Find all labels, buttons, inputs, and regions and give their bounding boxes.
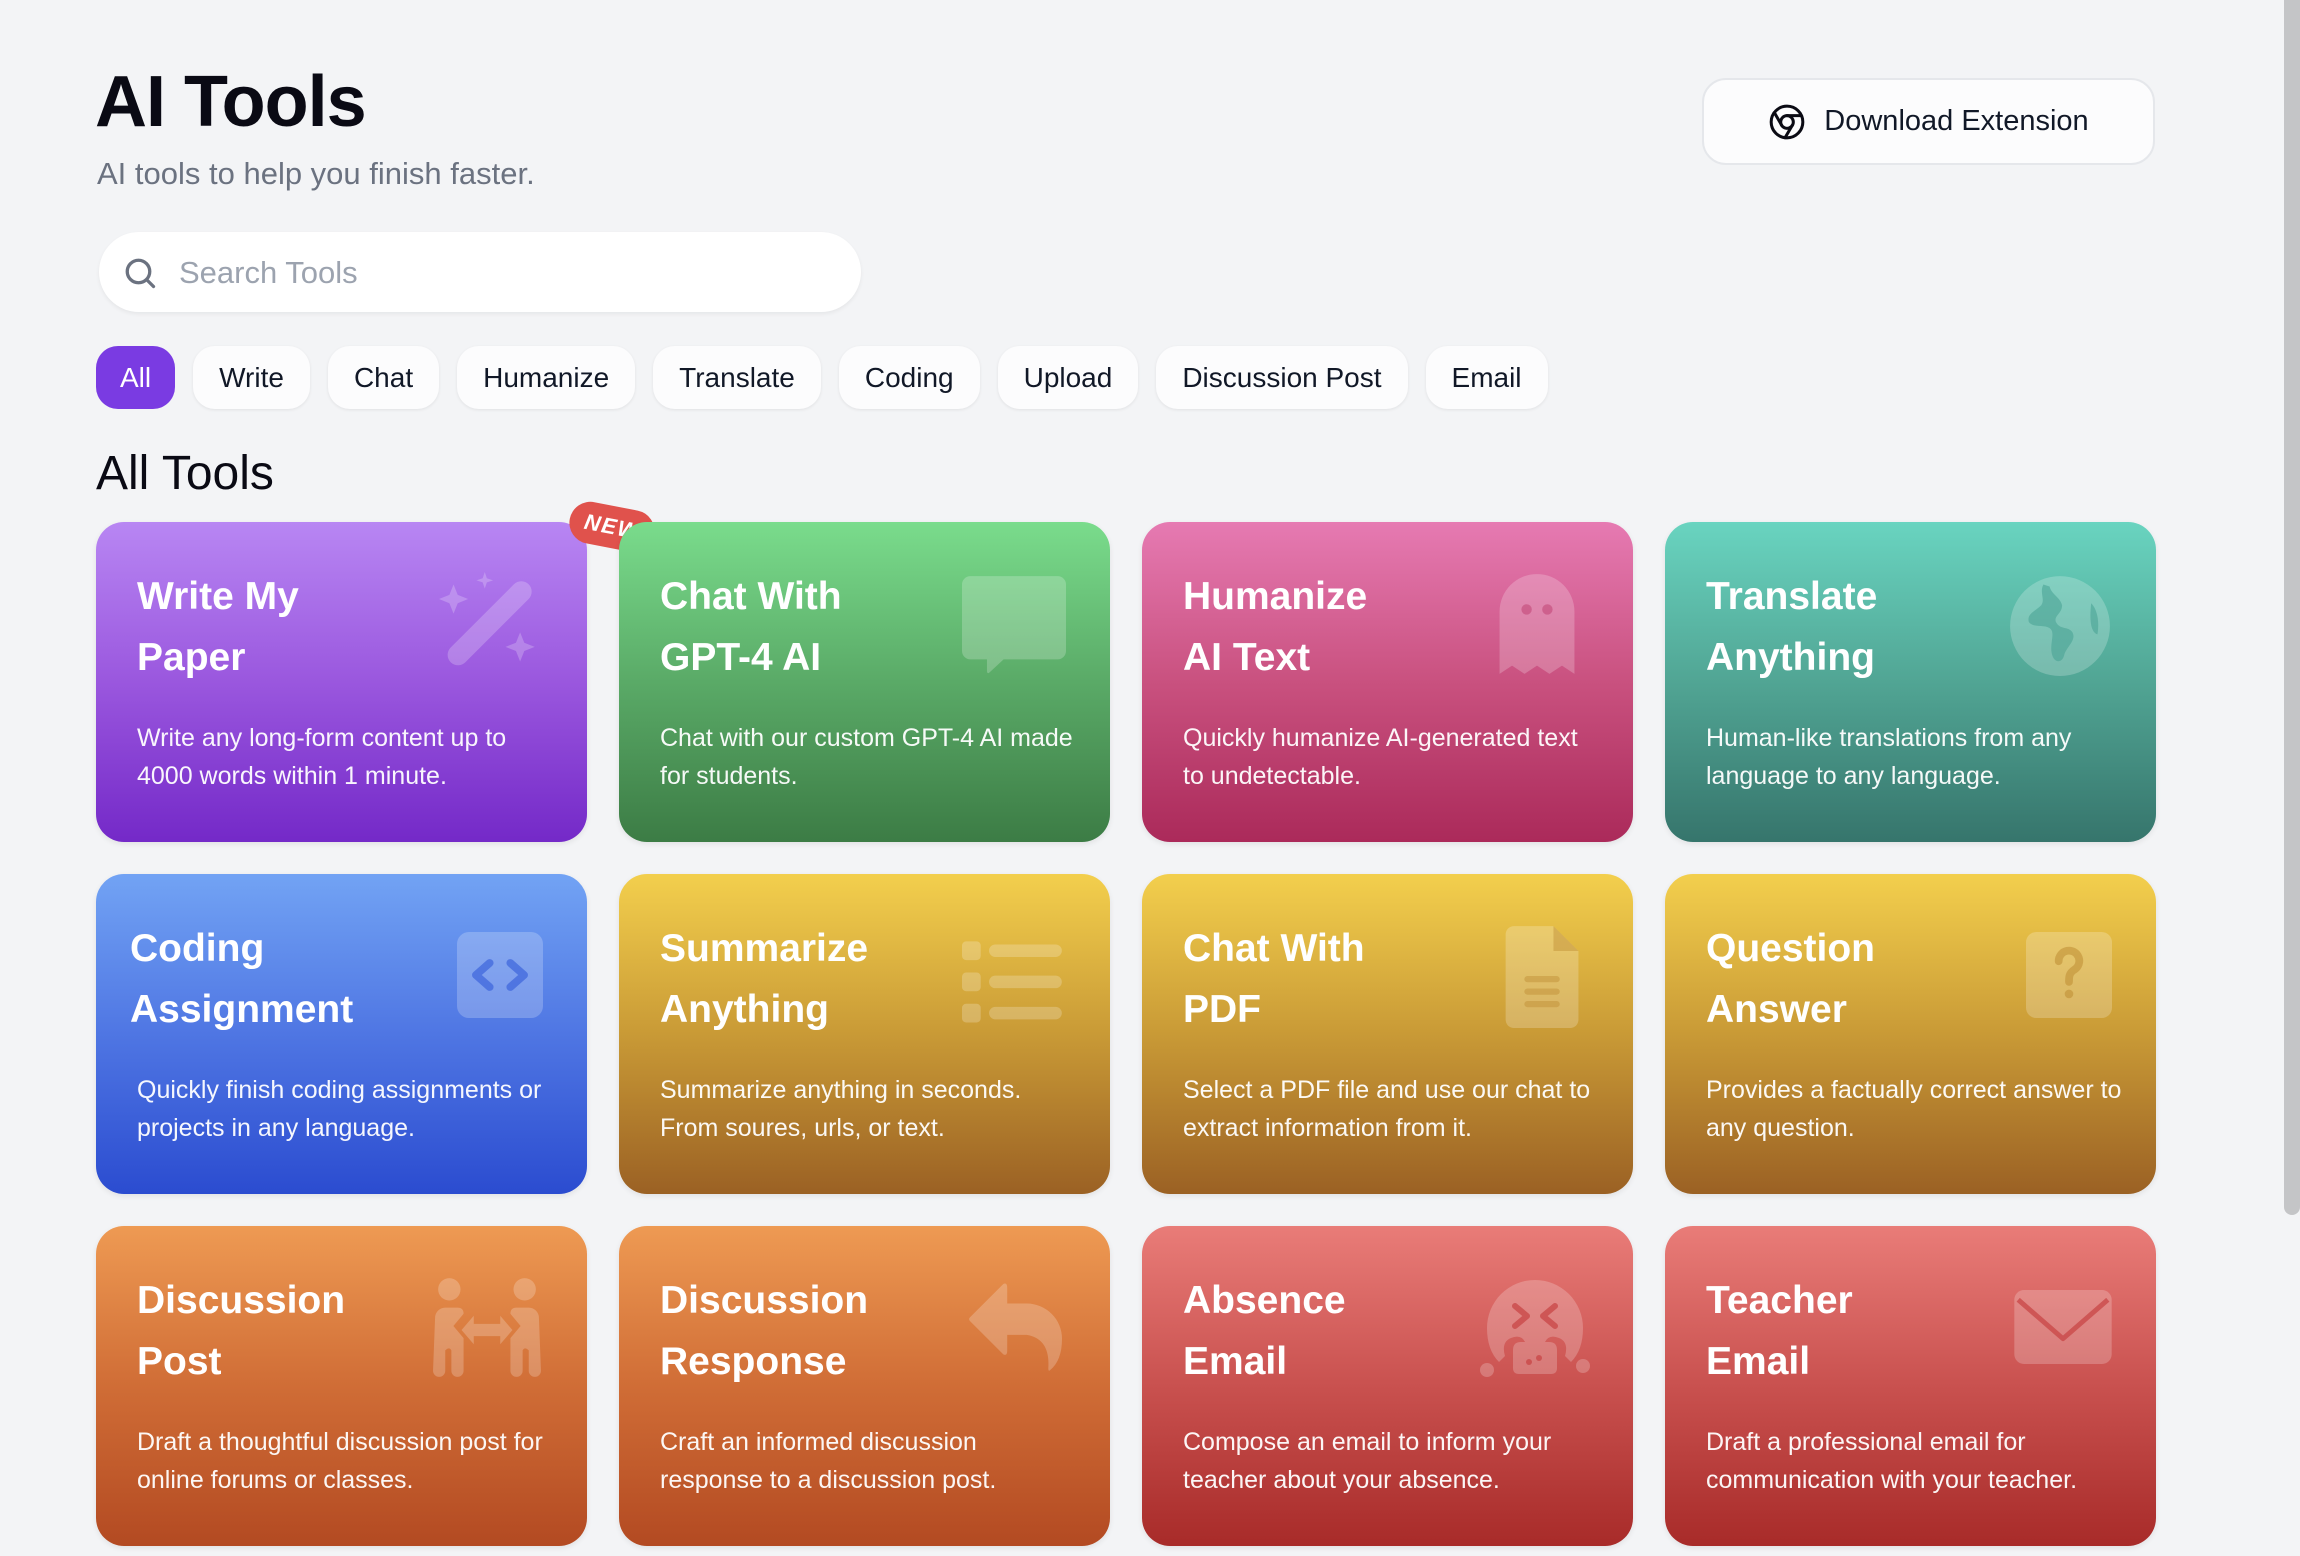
tool-card-coding-assignment[interactable]: Coding Assignment Quickly finish coding … (96, 874, 587, 1194)
tool-card-title: Discussion Response (660, 1279, 869, 1383)
tool-card-write-my-paper[interactable]: Write My Paper Write any long-form conte… (96, 498, 659, 842)
tool-card-discussion-response[interactable]: Discussion Response Craft an informed di… (619, 1226, 1110, 1546)
search-input[interactable] (177, 232, 841, 314)
tool-card-description: Draft a professional email for communica… (1706, 1428, 2078, 1494)
tool-card-absence-email[interactable]: Absence Email Compose an email to inform… (1142, 1226, 1633, 1546)
tool-card-title: Question Answer (1706, 927, 1876, 1031)
tool-card-discussion-post[interactable]: Discussion Post Draft a thoughtful discu… (96, 1226, 587, 1546)
scrollbar-thumb[interactable] (2284, 0, 2300, 1215)
code-icon (457, 932, 543, 1018)
question-icon (2026, 932, 2112, 1018)
filter-chip-all[interactable]: All (96, 346, 176, 409)
filter-chip-email[interactable]: Email (1425, 346, 1548, 409)
list-icon (962, 932, 1066, 1036)
reply-icon (968, 1282, 1066, 1372)
page-title: AI Tools (95, 62, 367, 142)
tool-card-description: Craft an informed discussion response to… (660, 1428, 997, 1494)
tool-card-teacher-email[interactable]: Teacher Email Draft a professional email… (1665, 1226, 2156, 1546)
filter-chip-discussion-post[interactable]: Discussion Post (1156, 346, 1408, 409)
tool-card-description: Draft a thoughtful discussion post for o… (137, 1428, 543, 1494)
tool-card-humanize-ai-text[interactable]: Humanize AI Text Quickly humanize AI-gen… (1142, 522, 1633, 842)
chat-bubble-icon (962, 572, 1066, 676)
tool-card-title: Write My Paper (137, 575, 299, 679)
tool-card-translate-anything[interactable]: Translate Anything Human-like translatio… (1665, 522, 2156, 842)
tool-card-title: Discussion Post (137, 1279, 346, 1383)
tool-card-description: Compose an email to inform your teacher … (1183, 1428, 1552, 1494)
filter-chips: All Write Chat Humanize Translate Coding… (96, 346, 1548, 409)
tool-card-description: Summarize anything in seconds. From sour… (660, 1076, 1022, 1142)
tool-card-description: Quickly finish coding assignments or pro… (137, 1076, 542, 1142)
tool-card-title: Translate Anything (1706, 575, 1878, 679)
tool-card-title: Chat With GPT-4 AI (660, 575, 842, 679)
tool-card-description: Select a PDF file and use our chat to ex… (1183, 1076, 1591, 1142)
section-title: All Tools (96, 447, 274, 500)
tool-card-description: Chat with our custom GPT-4 AI made for s… (660, 724, 1073, 790)
tool-card-question-answer[interactable]: Question Answer Provides a factually cor… (1665, 874, 2156, 1194)
tool-card-description: Quickly humanize AI-generated text to un… (1183, 724, 1578, 790)
tool-card-title: Absence Email (1183, 1279, 1346, 1383)
people-exchange-icon (431, 1276, 543, 1380)
search-icon (125, 258, 156, 289)
tool-card-chat-with-pdf[interactable]: Chat With PDF Select a PDF file and use … (1142, 874, 1633, 1194)
filter-chip-coding[interactable]: Coding (838, 346, 980, 409)
tool-card-title: Chat With PDF (1183, 927, 1365, 1031)
tool-card-description: Provides a factually correct answer to a… (1706, 1076, 2122, 1142)
tool-card-description: Write any long-form content up to 4000 w… (137, 724, 507, 790)
globe-icon (2008, 572, 2112, 676)
tool-card-chat-gpt4[interactable]: Chat With GPT-4 AI Chat with our custom … (619, 522, 1110, 842)
page-subtitle: AI tools to help you finish faster. (97, 156, 535, 191)
tool-card-summarize-anything[interactable]: Summarize Anything Summarize anything in… (619, 874, 1110, 1194)
search-box[interactable] (99, 232, 861, 314)
filter-chip-humanize[interactable]: Humanize (457, 346, 636, 409)
filter-chip-write[interactable]: Write (193, 346, 310, 409)
chrome-icon (1769, 104, 1805, 139)
envelope-icon (2014, 1290, 2112, 1364)
filter-chip-translate[interactable]: Translate (653, 346, 821, 409)
filter-chip-chat[interactable]: Chat (327, 346, 440, 409)
tool-card-description: Human-like translations from any languag… (1706, 724, 2072, 790)
filter-chip-upload[interactable]: Upload (997, 346, 1139, 409)
document-icon (1489, 924, 1593, 1028)
tool-card-title: Humanize AI Text (1183, 575, 1368, 679)
tool-card-title: Summarize Anything (660, 927, 869, 1031)
tool-card-title: Teacher Email (1706, 1279, 1853, 1383)
ghost-icon (1485, 572, 1589, 676)
magic-wand-icon (439, 572, 543, 676)
download-extension-label: Download Extension (1824, 105, 2089, 137)
sick-face-icon (1479, 1276, 1591, 1382)
tool-card-title: Coding Assignment (130, 927, 354, 1031)
download-extension-button[interactable]: Download Extension (1702, 78, 2155, 165)
